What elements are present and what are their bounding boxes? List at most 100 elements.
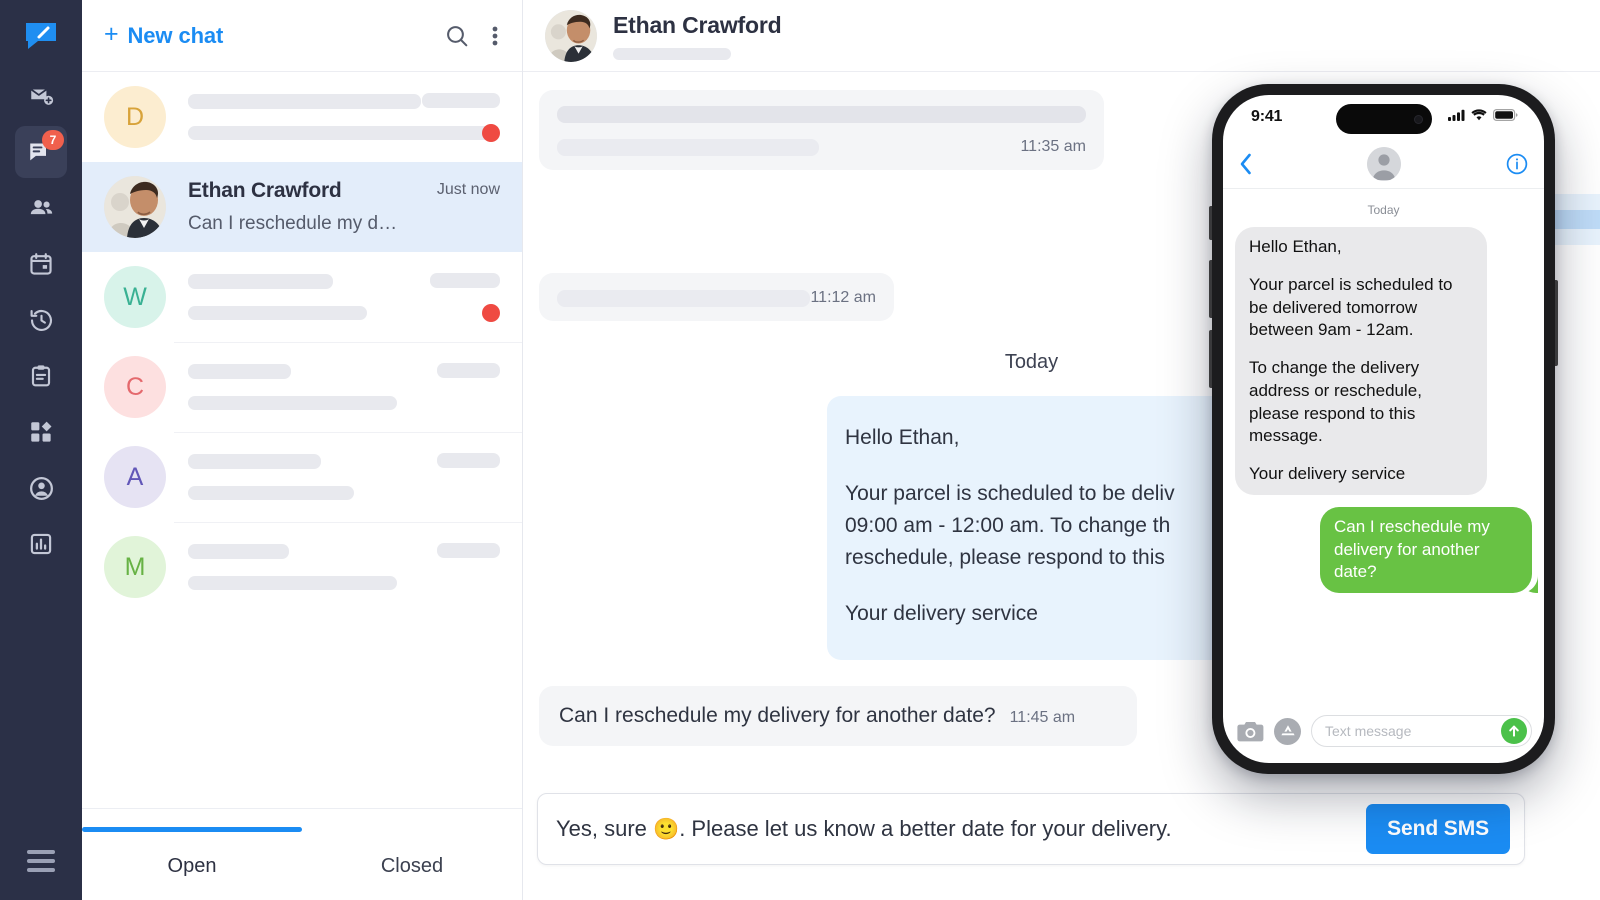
conversation-list-header: + New chat [82,0,522,72]
skeleton-line [557,289,810,307]
tab-closed[interactable]: Closed [302,855,522,900]
name-placeholder [188,454,321,469]
list-tabs: Open Closed [82,808,522,900]
phone-message-incoming: Hello Ethan, Your parcel is scheduled to… [1235,227,1487,495]
avatar-initial: A [126,462,144,491]
new-chat-button[interactable]: + New chat [104,22,223,49]
avatar: A [104,446,166,508]
message-timestamp: 11:35 am [1020,138,1086,155]
sidebar-item-contacts[interactable] [15,182,67,234]
preview-placeholder [188,576,397,590]
message-line: Hello Ethan, [1249,237,1342,256]
chat-header-text: Ethan Crawford [613,11,782,60]
preview-placeholder [188,306,367,320]
avatar-photo [104,176,166,238]
name-placeholder [188,274,333,289]
avatar-initial: D [125,102,145,131]
avatar: W [104,266,166,328]
sidebar-item-account[interactable] [15,462,67,514]
calendar-icon [28,251,54,277]
time-placeholder [422,92,500,108]
page-title: Ethan Crawford [613,11,782,38]
phone-input-bar: Text message [1223,707,1544,763]
list-item-body [188,454,398,500]
sidebar-item-apps[interactable] [15,406,67,458]
conversations-unread-badge: 7 [42,130,64,150]
chat-logo-icon [19,14,63,58]
person-avatar-icon[interactable] [1366,146,1401,181]
wifi-icon [1471,108,1487,126]
sidebar-item-calendar[interactable] [15,238,67,290]
unread-dot [482,123,500,142]
list-item-meta [412,362,500,412]
icon-rail: 7 [0,0,82,900]
phone-text-input[interactable]: Text message [1311,715,1532,747]
avatar-photo [545,9,597,62]
message-timestamp: 11:12 am [810,289,876,306]
phone-message-thread: Today Hello Ethan, Your parcel is schedu… [1223,189,1544,707]
unread-dot [482,303,500,322]
composer-text-after: . Please let us know a better date for y… [679,816,1172,841]
message-line: reschedule, please respond to this [845,545,1165,569]
account-icon [28,475,55,502]
app-store-icon[interactable] [1274,717,1301,745]
message-bubble-skeleton: 11:35 am [539,90,1104,170]
sidebar-item-new-message[interactable] [15,70,67,122]
skeleton-line-row: 11:12 am [557,289,876,307]
preview-placeholder [188,486,354,500]
avatar: M [104,536,166,598]
avatar[interactable] [545,9,597,62]
search-icon[interactable] [444,23,470,49]
tab-open[interactable]: Open [82,827,302,900]
more-vertical-icon[interactable] [492,24,498,48]
list-item-meta [412,92,500,142]
time-placeholder [437,362,500,378]
phone-mockup: 9:41 Today Hello Ethan, Your parcel is s… [1209,84,1558,774]
list-item-body [188,544,398,590]
time-placeholder [430,272,500,288]
clipboard-icon [28,363,54,389]
smiley-emoji-icon: 🙂 [653,818,680,841]
info-circle-icon[interactable] [1506,153,1528,175]
name-placeholder [188,544,289,559]
sidebar-item-tasks[interactable] [15,350,67,402]
message-composer[interactable]: Yes, sure 🙂. Please let us know a better… [537,793,1525,865]
message-line: Your parcel is scheduled to be delivered… [1249,274,1453,340]
camera-icon[interactable] [1237,718,1264,745]
phone-power-button [1555,280,1558,366]
reports-chart-icon [28,531,54,557]
list-item[interactable]: M [82,522,522,612]
list-item[interactable]: D [82,72,522,162]
day-separator: Today [1367,203,1400,217]
list-item-ethan-crawford[interactable]: Ethan Crawford Can I reschedule my deliv… [82,162,522,252]
cellular-signal-icon [1448,108,1465,126]
list-item-body [188,94,499,140]
list-item[interactable]: C [82,342,522,432]
hamburger-menu-icon[interactable] [27,850,55,872]
message-line: To change the delivery address or resche… [1249,358,1422,446]
sidebar-item-history[interactable] [15,294,67,346]
list-item-time: Just now [436,181,500,198]
send-arrow-up-icon[interactable] [1501,718,1527,744]
contacts-icon [28,195,55,222]
list-item[interactable]: W [82,252,522,342]
time-placeholder [437,542,500,558]
unread-dot-placeholder [482,215,500,233]
name-placeholder [188,94,421,109]
status-icons [1448,108,1518,126]
message-timestamp: 11:45 am [1009,708,1076,726]
send-sms-button[interactable]: Send SMS [1366,804,1510,854]
message-bubble-incoming: Can I reschedule my delivery for another… [539,685,1137,746]
sidebar-item-conversations[interactable]: 7 [15,126,67,178]
phone-message-outgoing: Can I reschedule my delivery for another… [1320,506,1532,594]
phone-status-bar: 9:41 [1223,95,1544,139]
sidebar-item-reports[interactable] [15,518,67,570]
unread-dot-placeholder [482,574,500,592]
conversation-rows: D Ethan Crawford Can I reschedule my del… [82,72,522,808]
input-placeholder: Text message [1325,723,1412,739]
list-item[interactable]: A [82,432,522,522]
chevron-left-icon[interactable] [1239,153,1252,175]
list-item-meta [412,452,500,502]
phone-volume-button [1209,330,1212,388]
composer-input[interactable]: Yes, sure 🙂. Please let us know a better… [556,816,1172,842]
